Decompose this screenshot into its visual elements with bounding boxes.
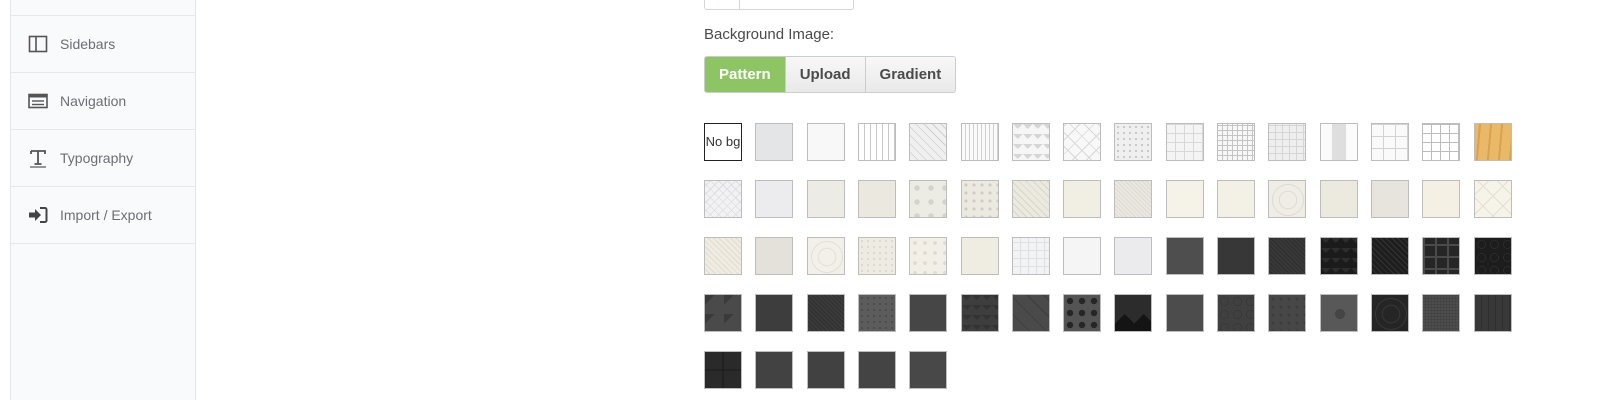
pattern-swatch[interactable]: [961, 180, 999, 218]
sidebar-item-previous[interactable]: [11, 0, 195, 16]
pattern-swatch[interactable]: [1217, 123, 1255, 161]
pattern-swatch[interactable]: [858, 294, 896, 332]
pattern-swatch[interactable]: [1166, 294, 1204, 332]
pattern-swatch[interactable]: [1474, 180, 1512, 218]
background-image-label: Background Image:: [704, 26, 835, 43]
pattern-swatch[interactable]: [961, 237, 999, 275]
pattern-swatch[interactable]: [1268, 294, 1306, 332]
main-panel: Background Image: Pattern Upload Gradien…: [196, 0, 1600, 400]
text-height-icon: [28, 148, 48, 168]
pattern-swatch[interactable]: [755, 123, 793, 161]
no-background-label: No bg: [705, 134, 741, 149]
pattern-swatch[interactable]: [1320, 294, 1358, 332]
pattern-swatch[interactable]: [755, 237, 793, 275]
pattern-swatch[interactable]: [909, 351, 947, 389]
pattern-swatch[interactable]: [755, 351, 793, 389]
sign-in-icon: [28, 205, 48, 225]
pattern-swatch[interactable]: [1166, 180, 1204, 218]
pattern-swatch[interactable]: [858, 123, 896, 161]
field-divider: [739, 0, 740, 9]
sidebar-item-label: Import / Export: [60, 207, 152, 223]
pattern-swatch[interactable]: [909, 180, 947, 218]
pattern-swatch[interactable]: [1012, 180, 1050, 218]
pattern-swatch[interactable]: [1063, 180, 1101, 218]
pattern-swatch[interactable]: [961, 294, 999, 332]
pattern-swatch[interactable]: [1320, 180, 1358, 218]
sidebar-item-label: Typography: [60, 150, 134, 166]
pattern-swatch[interactable]: [1474, 237, 1512, 275]
pattern-swatch[interactable]: [1371, 237, 1409, 275]
settings-sidebar: Sidebars Navigation Typography Import / …: [10, 0, 196, 400]
pattern-swatch[interactable]: [1474, 294, 1512, 332]
pattern-swatch[interactable]: [1422, 123, 1460, 161]
pattern-swatch[interactable]: [1320, 123, 1358, 161]
background-type-tabs: Pattern Upload Gradient: [704, 56, 957, 93]
pattern-swatch[interactable]: [1114, 237, 1152, 275]
pattern-swatch[interactable]: [755, 180, 793, 218]
list-icon: [28, 91, 48, 111]
pattern-swatch[interactable]: [1371, 123, 1409, 161]
pattern-swatch[interactable]: [807, 294, 845, 332]
pattern-swatch[interactable]: [1474, 123, 1512, 161]
pattern-swatch[interactable]: [1217, 180, 1255, 218]
columns-icon: [28, 34, 48, 54]
pattern-swatch[interactable]: [1063, 294, 1101, 332]
pattern-swatch[interactable]: [1268, 237, 1306, 275]
pattern-swatch[interactable]: [1268, 180, 1306, 218]
pattern-swatch[interactable]: [1012, 237, 1050, 275]
pattern-swatch[interactable]: [704, 237, 742, 275]
pattern-swatch[interactable]: [1114, 123, 1152, 161]
pattern-swatch[interactable]: [1012, 294, 1050, 332]
pattern-swatch[interactable]: [909, 123, 947, 161]
pattern-swatch[interactable]: [807, 237, 845, 275]
pattern-swatch[interactable]: [1063, 237, 1101, 275]
pattern-swatch[interactable]: [704, 351, 742, 389]
pattern-swatch[interactable]: [1063, 123, 1101, 161]
sidebar-item-sidebars[interactable]: Sidebars: [11, 16, 195, 73]
pattern-swatch[interactable]: [704, 180, 742, 218]
pattern-swatch[interactable]: [1166, 237, 1204, 275]
gradient-button[interactable]: Gradient: [864, 57, 956, 92]
pattern-swatch[interactable]: [807, 351, 845, 389]
pattern-swatch[interactable]: [1422, 294, 1460, 332]
sidebar-item-import-export[interactable]: Import / Export: [11, 187, 195, 244]
pattern-swatch[interactable]: [909, 237, 947, 275]
pattern-swatch[interactable]: [1422, 180, 1460, 218]
pattern-swatch[interactable]: [1422, 237, 1460, 275]
sidebar-item-label: Navigation: [60, 93, 127, 109]
upload-button[interactable]: Upload: [784, 57, 865, 92]
pattern-swatch[interactable]: [1217, 294, 1255, 332]
pattern-swatch[interactable]: [858, 351, 896, 389]
previous-field[interactable]: [704, 0, 854, 10]
pattern-swatch[interactable]: [1166, 123, 1204, 161]
sidebar-item-navigation[interactable]: Navigation: [11, 73, 195, 130]
pattern-swatch[interactable]: [1217, 237, 1255, 275]
pattern-swatch[interactable]: [1371, 180, 1409, 218]
pattern-swatch[interactable]: [858, 180, 896, 218]
pattern-swatch[interactable]: [1371, 294, 1409, 332]
pattern-swatch[interactable]: [807, 180, 845, 218]
pattern-swatch[interactable]: [755, 294, 793, 332]
sidebar-item-typography[interactable]: Typography: [11, 130, 195, 187]
pattern-button[interactable]: Pattern: [705, 57, 785, 92]
pattern-swatch[interactable]: [858, 237, 896, 275]
no-background-swatch[interactable]: No bg: [704, 123, 742, 161]
pattern-swatch[interactable]: [1012, 123, 1050, 161]
pattern-swatch[interactable]: [807, 123, 845, 161]
pattern-swatch[interactable]: [704, 294, 742, 332]
pattern-swatch[interactable]: [909, 294, 947, 332]
pattern-swatch[interactable]: [1320, 237, 1358, 275]
pattern-swatch[interactable]: [1268, 123, 1306, 161]
sidebar-item-label: Sidebars: [60, 36, 116, 52]
pattern-swatch[interactable]: [1114, 294, 1152, 332]
pattern-swatch[interactable]: [1114, 180, 1152, 218]
pattern-swatch[interactable]: [961, 123, 999, 161]
